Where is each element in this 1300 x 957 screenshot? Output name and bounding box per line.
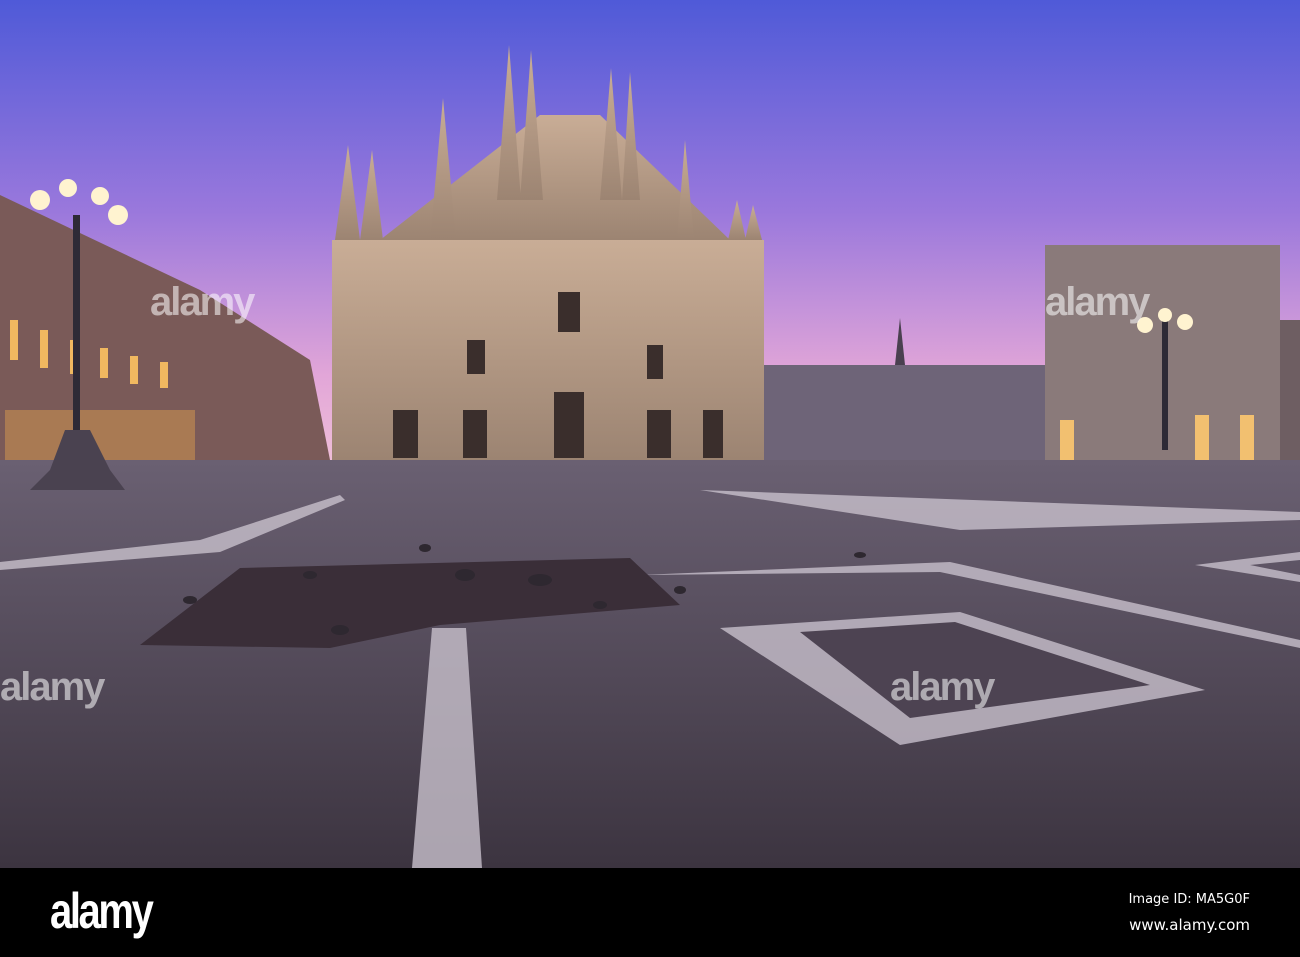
watermark: alamy xyxy=(890,665,995,709)
milan-cathedral-photo xyxy=(0,0,1300,868)
watermark: alamy xyxy=(1045,280,1150,324)
palazzo-reale xyxy=(760,365,1060,460)
watermark: alamy xyxy=(0,665,105,709)
image-id: Image ID: MA5G0F xyxy=(1128,892,1250,907)
alamy-logo: alamy xyxy=(50,883,154,939)
watermark: alamy xyxy=(150,280,255,324)
footer-bar: alamy Image ID: MA5G0F www.alamy.com xyxy=(0,868,1300,957)
website-link[interactable]: www.alamy.com xyxy=(1129,916,1250,934)
photo-stage: alamy alamy alamy alamy alamy Image ID: … xyxy=(0,0,1300,957)
